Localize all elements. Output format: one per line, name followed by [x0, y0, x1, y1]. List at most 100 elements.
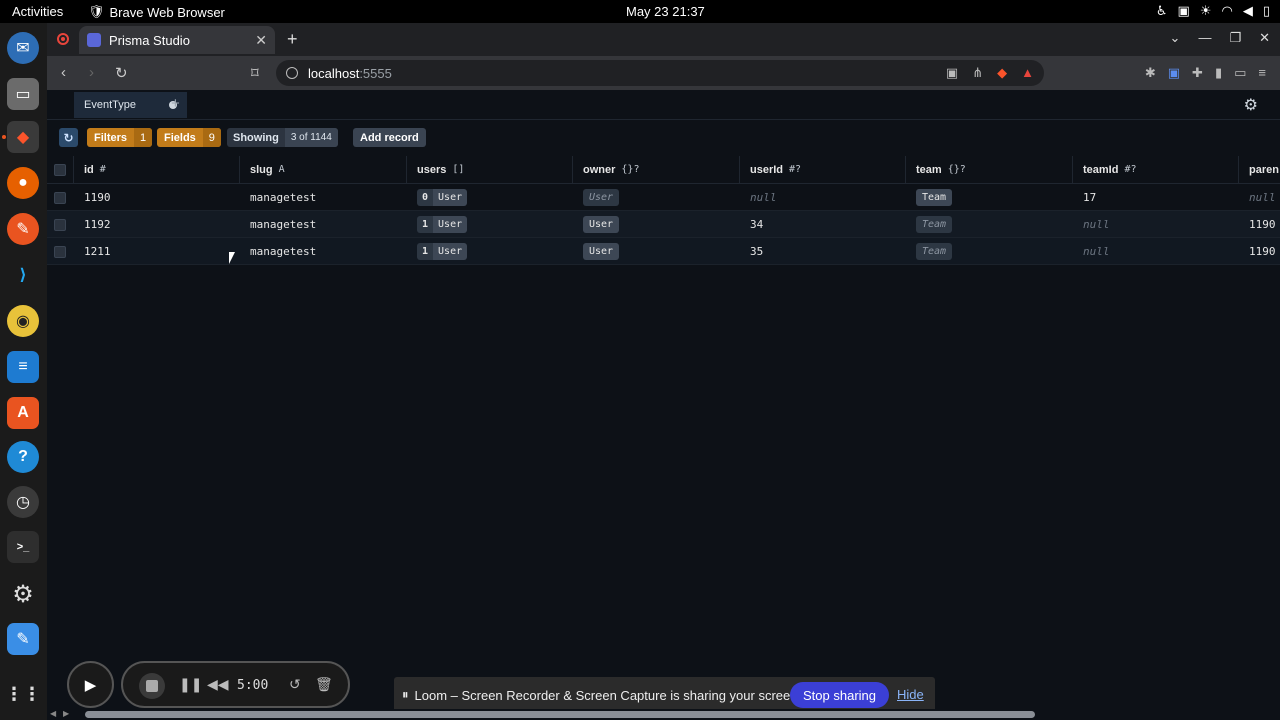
table-row[interactable]: 1192 managetest 1 User User 34 Team null …: [47, 211, 1280, 238]
column-header-userid[interactable]: userId #?: [740, 156, 906, 184]
tab-search-icon[interactable]: ⌄: [1170, 30, 1181, 46]
add-tab-button[interactable]: +: [171, 95, 180, 112]
reload-button[interactable]: ↻: [115, 64, 128, 82]
browser-tab-prisma-studio[interactable]: Prisma Studio ✕: [79, 26, 275, 54]
scroll-right-icon[interactable]: ▶: [63, 709, 69, 718]
menu-icon[interactable]: ≡: [1258, 65, 1266, 81]
row-checkbox[interactable]: [54, 245, 66, 258]
cell-userid[interactable]: null: [740, 184, 777, 211]
close-tab-icon[interactable]: ✕: [255, 32, 267, 49]
cell-users[interactable]: 1 User: [407, 238, 468, 265]
cell-users[interactable]: 1 User: [407, 211, 468, 238]
stop-recording-button[interactable]: [139, 673, 165, 699]
app-menu[interactable]: 🛡 Brave Web Browser: [88, 4, 225, 20]
battery-icon[interactable]: ▯: [1263, 3, 1270, 19]
address-bar[interactable]: localhost :5555 ▣ ⋔ ◆ ▲: [276, 60, 1044, 86]
rhythmbox-icon[interactable]: ◉: [7, 305, 39, 337]
settings-icon[interactable]: ⚙: [7, 578, 39, 610]
cell-parent[interactable]: 1190: [1239, 211, 1276, 238]
row-checkbox[interactable]: [54, 191, 66, 204]
volume-icon[interactable]: ◀: [1243, 3, 1253, 19]
loom-camera-button[interactable]: ▶︎: [67, 661, 114, 708]
wallet-icon[interactable]: ▭: [1234, 65, 1246, 81]
scroll-left-icon[interactable]: ◀: [50, 709, 56, 718]
rewind-icon[interactable]: ◀◀: [207, 676, 229, 693]
cell-team[interactable]: Team: [906, 184, 953, 211]
cell-slug[interactable]: managetest: [240, 184, 316, 211]
cell-teamid[interactable]: null: [1073, 238, 1110, 265]
extensions-puzzle-icon[interactable]: ✚: [1192, 65, 1203, 81]
hide-link[interactable]: Hide: [897, 687, 924, 702]
row-checkbox[interactable]: [54, 218, 66, 231]
vscode-icon[interactable]: ⟩: [7, 259, 39, 291]
wifi-icon[interactable]: ◠: [1222, 3, 1233, 19]
brave-shields-icon[interactable]: ◆: [997, 65, 1007, 81]
restart-icon[interactable]: ↺: [289, 676, 301, 693]
help-icon[interactable]: ?: [7, 441, 39, 473]
cell-parent[interactable]: null: [1239, 184, 1276, 211]
refresh-button[interactable]: ↻: [59, 128, 78, 147]
bookmark-icon[interactable]: ⌑: [251, 64, 259, 82]
clock-app-icon[interactable]: ◷: [7, 486, 39, 518]
firefox-icon[interactable]: ●: [7, 167, 39, 199]
showing-indicator[interactable]: Showing 3 of 1144: [227, 128, 338, 147]
column-header-owner[interactable]: owner {}?: [573, 156, 740, 184]
cell-slug[interactable]: managetest: [240, 238, 316, 265]
delete-icon[interactable]: 🗑: [315, 676, 333, 693]
clock[interactable]: May 23 21:37: [626, 4, 705, 19]
cell-id[interactable]: 1192: [74, 211, 111, 238]
cell-team[interactable]: Team: [906, 238, 953, 265]
site-info-icon[interactable]: [286, 67, 298, 79]
camera-blocked-icon[interactable]: ▣: [946, 65, 958, 81]
minimize-button[interactable]: —: [1198, 30, 1211, 46]
brave-browser-icon[interactable]: ◆: [7, 121, 39, 153]
pause-icon[interactable]: ❚❚: [179, 676, 202, 693]
sidebar-icon[interactable]: ▮: [1215, 65, 1222, 81]
cell-owner[interactable]: User: [573, 211, 620, 238]
extension-icon[interactable]: ✱: [1145, 65, 1156, 81]
text-editor-icon[interactable]: ✎: [7, 623, 39, 655]
table-row[interactable]: 1190 managetest 0 User User null Team 17 …: [47, 184, 1280, 211]
column-header-users[interactable]: users []: [407, 156, 573, 184]
cell-owner[interactable]: User: [573, 184, 620, 211]
night-light-icon[interactable]: ☀: [1200, 3, 1212, 19]
add-record-button[interactable]: Add record: [353, 128, 426, 147]
cell-slug[interactable]: managetest: [240, 211, 316, 238]
column-header-slug[interactable]: slug A: [240, 156, 407, 184]
filters-button[interactable]: Filters 1: [87, 128, 153, 147]
cell-parent[interactable]: 1190: [1239, 238, 1276, 265]
cell-teamid[interactable]: null: [1073, 211, 1110, 238]
show-apps-icon[interactable]: ⋮⋮: [5, 678, 41, 710]
accessibility-icon[interactable]: ♿: [1156, 3, 1168, 19]
cell-teamid[interactable]: 17: [1073, 184, 1096, 211]
cell-userid[interactable]: 35: [740, 238, 763, 265]
select-all-checkbox[interactable]: [54, 163, 66, 176]
new-tab-button[interactable]: +: [287, 29, 298, 50]
writer-icon[interactable]: ≡: [7, 351, 39, 383]
stop-sharing-button[interactable]: Stop sharing: [790, 682, 889, 708]
activities-button[interactable]: Activities: [12, 4, 63, 19]
back-button[interactable]: ‹: [61, 64, 66, 81]
brave-rewards-icon[interactable]: ▲: [1021, 65, 1034, 81]
forward-button[interactable]: ›: [89, 64, 94, 81]
cell-team[interactable]: Team: [906, 211, 953, 238]
column-header-id[interactable]: id #: [74, 156, 240, 184]
cell-owner[interactable]: User: [573, 238, 620, 265]
thunderbird-icon[interactable]: ✉: [7, 32, 39, 64]
close-window-button[interactable]: ✕: [1259, 30, 1270, 46]
cell-id[interactable]: 1211: [74, 238, 111, 265]
scrollbar-thumb[interactable]: [85, 711, 1035, 718]
software-center-icon[interactable]: A: [7, 397, 39, 429]
cell-userid[interactable]: 34: [740, 211, 763, 238]
pen-app-icon[interactable]: ✎: [7, 213, 39, 245]
column-header-parent[interactable]: paren: [1239, 156, 1280, 184]
loom-extension-icon[interactable]: ▣: [1168, 65, 1180, 81]
share-icon[interactable]: ⋔: [972, 65, 983, 81]
fields-button[interactable]: Fields 9: [157, 128, 221, 147]
column-header-team[interactable]: team {}?: [906, 156, 1073, 184]
terminal-icon[interactable]: >_: [7, 531, 39, 563]
cell-users[interactable]: 0 User: [407, 184, 468, 211]
files-icon[interactable]: ▭: [7, 78, 39, 110]
horizontal-scrollbar[interactable]: ◀ ▶: [47, 709, 1280, 720]
column-header-teamid[interactable]: teamId #?: [1073, 156, 1239, 184]
